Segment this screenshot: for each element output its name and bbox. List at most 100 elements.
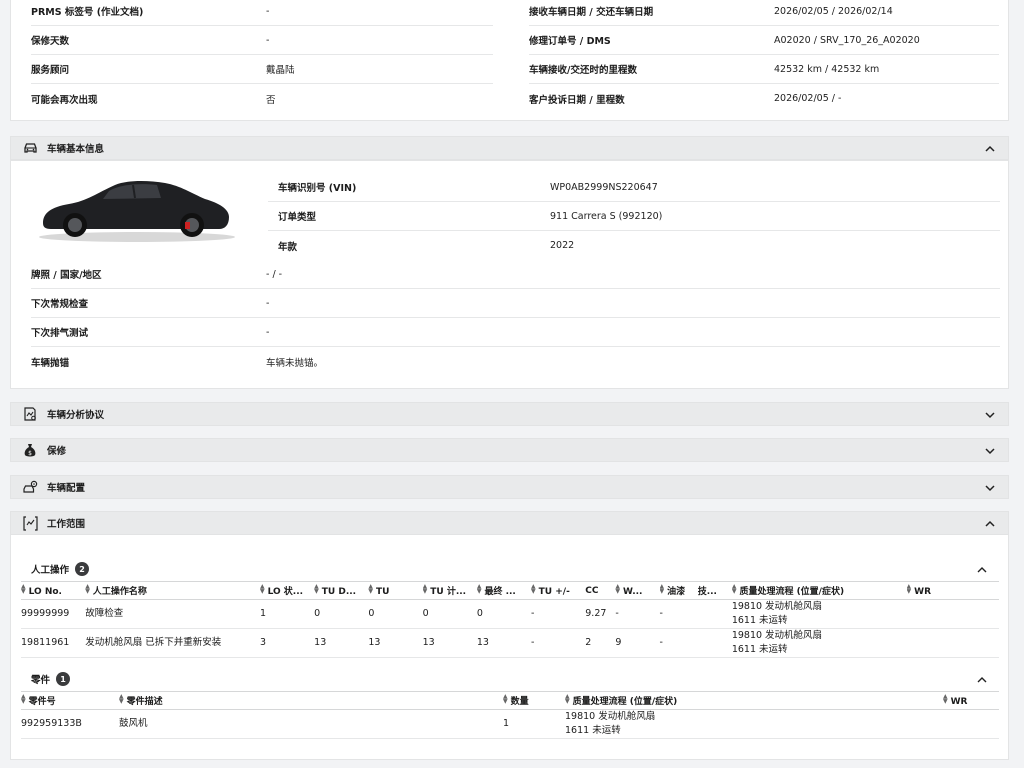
section-title: 车辆配置 xyxy=(47,483,86,494)
chevron-down-icon[interactable] xyxy=(984,482,996,494)
sort-icon: ▲ ▼ xyxy=(503,693,508,705)
column-header[interactable]: ▲ ▼ TU 计... xyxy=(422,581,477,600)
info-label: 车辆接收/交还时的里程数 xyxy=(529,65,637,76)
table-cell xyxy=(697,599,732,629)
vehicle-info-top: 车辆识别号 (VIN) WP0AB2999NS220647 订单类型 911 Car… xyxy=(268,173,1000,260)
column-header[interactable]: ▲ ▼ 数量 xyxy=(503,691,565,710)
info-value: - / - xyxy=(266,268,283,280)
parts-header[interactable]: 零件 1 xyxy=(31,672,71,686)
car-config-icon xyxy=(22,479,38,495)
column-header[interactable]: 技... xyxy=(697,581,732,600)
chevron-up-icon[interactable] xyxy=(984,518,996,530)
sort-icon: ▲ ▼ xyxy=(259,583,265,595)
sort-icon: ▲ ▼ xyxy=(943,693,948,705)
section-work-scope-header[interactable]: 工作范围 xyxy=(10,511,1009,535)
sort-icon: ▲ ▼ xyxy=(368,583,374,595)
column-header[interactable]: ▲ ▼ WR xyxy=(906,581,999,600)
section-vehicle-analysis-header[interactable]: 车辆分析协议 xyxy=(10,402,1009,426)
info-value: 否 xyxy=(266,94,276,106)
table-cell: 13 xyxy=(422,628,477,658)
info-label: 订单类型 xyxy=(278,212,317,223)
column-header[interactable]: ▲ ▼ 零件描述 xyxy=(119,691,503,710)
table-row[interactable]: 992959133B 鼓风机 1 19810 发动机舱风扇 1611 未运转 xyxy=(21,709,999,739)
vehicle-row-vin: 车辆识别号 (VIN) WP0AB2999NS220647 xyxy=(268,173,1000,202)
sort-icon: ▲ ▼ xyxy=(565,693,570,705)
info-value: A02020 / SRV_170_26_A02020 xyxy=(774,34,920,46)
info-label: 保修天数 xyxy=(31,36,70,47)
table-row[interactable]: 19811961 发动机舱风扇 已拆下并重新安装 3 13 13 13 13 -… xyxy=(21,628,999,658)
table-cell xyxy=(906,599,999,629)
table-cell xyxy=(906,628,999,658)
info-row-service-advisor: 服务顾问 戴晶陆 xyxy=(31,55,493,84)
section-vehicle-basic-header[interactable]: 车辆基本信息 xyxy=(10,136,1009,160)
table-cell: 1 xyxy=(503,709,565,739)
parts-table: ▲ ▼ 零件号 ▲ ▼ 零件描述 ▲ ▼ 数量 ▲ ▼ 质量处理流程 (位置/症状) ▲ ▼ WR … xyxy=(21,691,999,739)
chevron-up-icon[interactable] xyxy=(976,674,988,686)
section-warranty-header[interactable]: $ 保修 xyxy=(10,438,1009,462)
table-cell: 19810 发动机舱风扇 1611 未运转 xyxy=(731,599,907,629)
table-cell: 13 xyxy=(314,628,369,658)
info-label: 车辆识别号 (VIN) xyxy=(278,183,357,194)
chevron-down-icon[interactable] xyxy=(984,445,996,457)
chevron-up-icon[interactable] xyxy=(976,564,988,576)
labor-header-row: ▲ ▼ LO No. ▲ ▼ 人工操作名称 ▲ ▼ LO 状... ▲ ▼ TU D... ▲ ▼… xyxy=(21,581,999,600)
column-header[interactable]: ▲ ▼ LO 状... xyxy=(259,581,315,600)
work-scope-card: 人工操作 2 ▲ ▼ LO No. ▲ ▼ 人工操作名称 ▲ ▼ LO 状... ▲ ▼ TU … xyxy=(10,535,1009,760)
vehicle-image xyxy=(39,180,235,242)
table-cell xyxy=(943,709,999,739)
info-label: 下次排气测试 xyxy=(31,328,89,339)
table-row[interactable]: 99999999 故障检查 1 0 0 0 0 - 9.27 - - 19810… xyxy=(21,599,999,629)
table-cell: 99999999 xyxy=(21,599,86,629)
info-row-recurrence: 可能会再次出现 否 xyxy=(31,84,493,113)
table-cell: 992959133B xyxy=(21,709,119,739)
column-header[interactable]: ▲ ▼ TU +/- xyxy=(531,581,586,600)
column-header[interactable]: ▲ ▼ 零件号 xyxy=(21,691,119,710)
info-row-repair-order: 修理订单号 / DMS A02020 / SRV_170_26_A02020 xyxy=(529,26,999,55)
car-icon xyxy=(22,140,38,156)
chevron-up-icon[interactable] xyxy=(984,143,996,155)
vehicle-row-next-inspection: 下次常规检查 - xyxy=(31,289,1000,318)
column-header[interactable]: ▲ ▼ 油漆 xyxy=(659,581,698,600)
table-cell: 13 xyxy=(368,628,423,658)
column-header[interactable]: ▲ ▼ 质量处理流程 (位置/症状) xyxy=(731,581,907,600)
labor-header[interactable]: 人工操作 2 xyxy=(31,562,90,576)
chevron-down-icon[interactable] xyxy=(984,409,996,421)
table-cell: 13 xyxy=(476,628,532,658)
column-header[interactable]: CC xyxy=(585,581,616,600)
vehicle-row-plate: 牌照 / 国家/地区 - / - xyxy=(31,260,1000,289)
vehicle-row-breakdown: 车辆抛锚 车辆未抛锚。 xyxy=(31,347,1000,376)
table-cell: 0 xyxy=(422,599,477,629)
column-header[interactable]: ▲ ▼ 质量处理流程 (位置/症状) xyxy=(565,691,943,710)
table-cell: 9 xyxy=(615,628,660,658)
table-cell: - xyxy=(659,599,698,629)
money-bag-icon: $ xyxy=(22,442,38,458)
column-header[interactable]: ▲ ▼ WR xyxy=(943,691,999,710)
order-info-right: 接收车辆日期 / 交还车辆日期 2026/02/05 / 2026/02/14 修… xyxy=(529,0,999,113)
column-header[interactable]: ▲ ▼ TU xyxy=(368,581,423,600)
column-header[interactable]: ▲ ▼ TU D... xyxy=(314,581,369,600)
info-label: 牌照 / 国家/地区 xyxy=(31,270,102,281)
info-value: 车辆未抛锚。 xyxy=(266,357,324,369)
table-cell: 2 xyxy=(585,628,616,658)
table-cell: 0 xyxy=(314,599,369,629)
sort-icon: ▲ ▼ xyxy=(531,583,536,595)
table-cell: 19810 发动机舱风扇 1611 未运转 xyxy=(565,709,943,739)
labor-title: 人工操作 xyxy=(31,565,70,576)
table-cell: 19810 发动机舱风扇 1611 未运转 xyxy=(731,628,907,658)
info-row-dates: 接收车辆日期 / 交还车辆日期 2026/02/05 / 2026/02/14 xyxy=(529,0,999,26)
info-row-complaint: 客户投诉日期 / 里程数 2026/02/05 / - xyxy=(529,84,999,113)
column-header[interactable]: ▲ ▼ LO No. xyxy=(21,581,86,600)
info-row-prms: PRMS 标签号 (作业文档) - xyxy=(31,0,493,26)
sort-icon: ▲ ▼ xyxy=(659,583,665,595)
info-value: 2022 xyxy=(550,240,575,251)
column-header[interactable]: ▲ ▼ 最终 ... xyxy=(476,581,532,600)
column-header[interactable]: ▲ ▼ 人工操作名称 xyxy=(85,581,260,600)
labor-count-badge: 2 xyxy=(75,562,90,576)
info-label: 服务顾问 xyxy=(31,65,70,76)
column-header[interactable]: ▲ ▼ W... xyxy=(615,581,660,600)
section-vehicle-config-header[interactable]: 车辆配置 xyxy=(10,475,1009,499)
table-cell: 1 xyxy=(259,599,315,629)
info-value: - xyxy=(266,34,270,46)
section-title: 车辆基本信息 xyxy=(47,144,105,155)
info-value: 2026/02/05 / - xyxy=(774,93,842,104)
